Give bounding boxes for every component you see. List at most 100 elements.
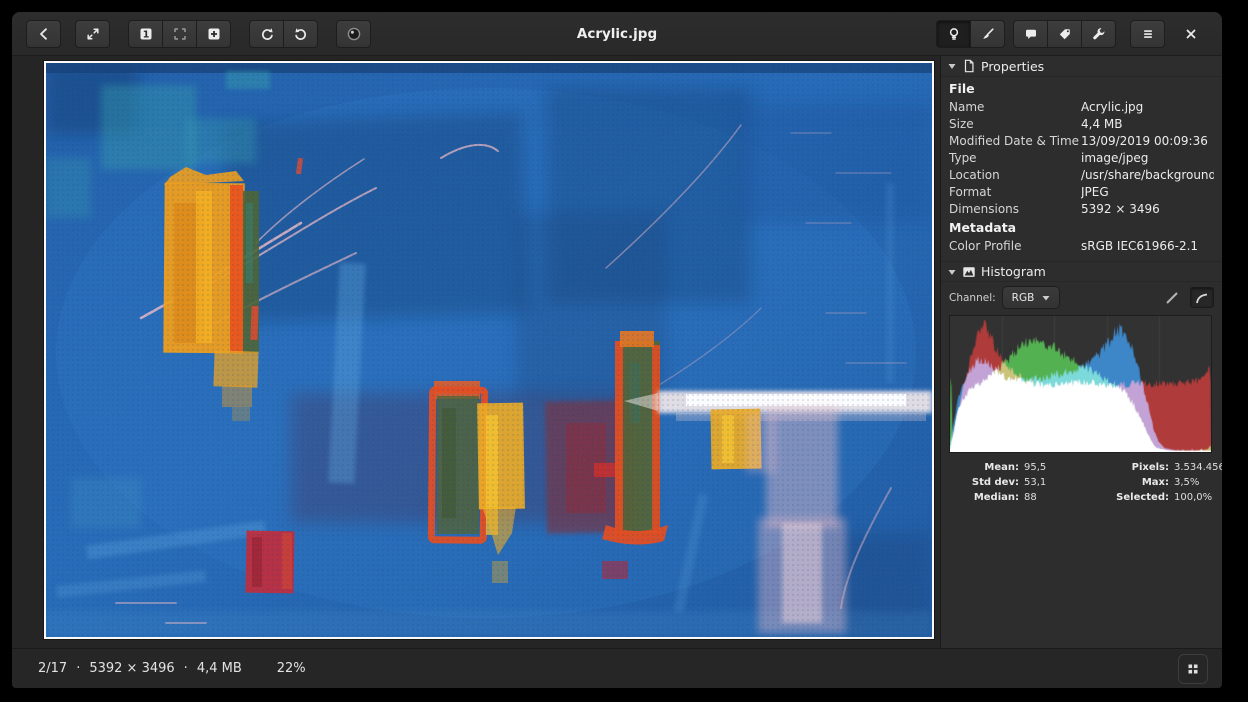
property-row: Color ProfilesRGB IEC61966-2.1: [941, 238, 1222, 255]
properties-toggle-button[interactable]: [936, 20, 971, 48]
property-row: Typeimage/jpeg: [941, 150, 1222, 167]
edit-image-button[interactable]: [970, 20, 1005, 48]
zoom-in-icon: [206, 26, 222, 42]
expander-arrow-icon: [947, 267, 957, 277]
lightbulb-icon: [946, 26, 962, 42]
stat-value: 3.534.456: [1174, 460, 1222, 475]
property-value: sRGB IEC61966-2.1: [1081, 238, 1214, 255]
linear-scale-icon: [1164, 290, 1180, 306]
back-button[interactable]: [26, 20, 61, 48]
property-label: Color Profile: [949, 238, 1081, 255]
sphere-icon: [346, 26, 362, 42]
scale-buttons: [1160, 287, 1214, 308]
statusbar: 2/17 · 5392 × 3496 · 4,4 MB 22%: [12, 648, 1222, 688]
stat-value: 88: [1024, 490, 1076, 505]
tools-button[interactable]: [1081, 20, 1116, 48]
comment-icon: [1023, 26, 1039, 42]
property-label: Location: [949, 167, 1081, 184]
properties-table: FileNameAcrylic.jpgSize4,4 MBModified Da…: [941, 77, 1222, 259]
property-row: FormatJPEG: [941, 184, 1222, 201]
chevron-left-icon: [36, 26, 52, 42]
fit-window-icon: [172, 26, 188, 42]
zoom-fit-button[interactable]: [162, 20, 197, 48]
status-dimensions: 5392 × 3496: [89, 661, 174, 676]
property-label: Size: [949, 116, 1081, 133]
property-row: Location/usr/share/background...: [941, 167, 1222, 184]
stat-value: 53,1: [1024, 475, 1076, 490]
properties-sidebar: Properties FileNameAcrylic.jpgSize4,4 MB…: [940, 56, 1222, 648]
stat-label: Selected:: [1081, 490, 1169, 505]
zoom-in-button[interactable]: [196, 20, 231, 48]
property-row: NameAcrylic.jpg: [941, 99, 1222, 116]
toolbar-left: 1: [26, 20, 371, 48]
property-row: Size4,4 MB: [941, 116, 1222, 133]
thumbnail-view-button[interactable]: [1178, 654, 1208, 684]
channel-dropdown[interactable]: RGB: [1002, 286, 1061, 309]
property-value: image/jpeg: [1081, 150, 1214, 167]
toolbar-right: [936, 20, 1208, 48]
channel-value: RGB: [1012, 292, 1035, 304]
property-label: Type: [949, 150, 1081, 167]
stat-label: Std dev:: [955, 475, 1019, 490]
property-label: Dimensions: [949, 201, 1081, 218]
linear-scale-button[interactable]: [1160, 287, 1184, 308]
properties-pane-header[interactable]: Properties: [941, 56, 1222, 77]
histogram-glyph-icon: [962, 265, 976, 279]
property-label: Name: [949, 99, 1081, 116]
stat-value: 3,5%: [1174, 475, 1222, 490]
rotate-group: [249, 20, 318, 48]
image-viewport[interactable]: [12, 56, 940, 648]
wrench-icon: [1091, 26, 1107, 42]
zoom-100-button[interactable]: 1: [128, 20, 163, 48]
rotate-left-icon: [259, 26, 275, 42]
status-zoom-level: 22%: [277, 661, 306, 676]
menu-button[interactable]: [1130, 20, 1165, 48]
histogram-pane-header[interactable]: Histogram: [941, 261, 1222, 282]
document-icon: [962, 59, 976, 73]
property-value: 4,4 MB: [1081, 116, 1214, 133]
close-button[interactable]: [1173, 20, 1208, 48]
chevron-down-icon: [1042, 295, 1050, 301]
fullscreen-button[interactable]: [75, 20, 110, 48]
status-position: 2/17: [38, 661, 67, 676]
properties-pane-title: Properties: [981, 59, 1044, 74]
image-frame: [44, 61, 934, 639]
annotate-group: [1013, 20, 1116, 48]
logarithmic-scale-icon: [1194, 290, 1210, 306]
property-value: 5392 × 3496: [1081, 201, 1214, 218]
zoom-100-icon: 1: [138, 26, 154, 42]
logarithmic-scale-button[interactable]: [1190, 287, 1214, 308]
property-row: Dimensions5392 × 3496: [941, 201, 1222, 218]
comment-button[interactable]: [1013, 20, 1048, 48]
expander-arrow-icon: [947, 61, 957, 71]
expand-arrows-icon: [85, 26, 101, 42]
hamburger-menu-icon: [1140, 26, 1156, 42]
property-label: Modified Date & Time: [949, 133, 1081, 150]
painting-image: [46, 63, 932, 637]
titlebar: Acrylic.jpg 1: [12, 12, 1222, 56]
stat-label: Max:: [1081, 475, 1169, 490]
stat-label: Median:: [955, 490, 1019, 505]
stat-label: Mean:: [955, 460, 1019, 475]
stat-label: Pixels:: [1081, 460, 1169, 475]
property-value: JPEG: [1081, 184, 1214, 201]
status-separator: ·: [76, 661, 80, 676]
tag-icon: [1057, 26, 1073, 42]
stat-value: 95,5: [1024, 460, 1076, 475]
rotate-left-button[interactable]: [249, 20, 284, 48]
histogram-panel: [949, 315, 1212, 453]
status-separator: ·: [184, 661, 188, 676]
rotate-right-button[interactable]: [283, 20, 318, 48]
property-row: Modified Date & Time13/09/2019 00:09:36: [941, 133, 1222, 150]
histogram-canvas: [950, 316, 1211, 452]
color-sphere-button[interactable]: [336, 20, 371, 48]
paintbrush-icon: [980, 26, 996, 42]
zoom-group: 1: [128, 20, 231, 48]
status-filesize: 4,4 MB: [197, 661, 242, 676]
stat-value: 100,0%: [1174, 490, 1222, 505]
histogram-pane-title: Histogram: [981, 264, 1046, 279]
tag-button[interactable]: [1047, 20, 1082, 48]
property-section-title: Metadata: [941, 218, 1222, 238]
svg-text:1: 1: [142, 29, 149, 40]
rotate-right-icon: [293, 26, 309, 42]
